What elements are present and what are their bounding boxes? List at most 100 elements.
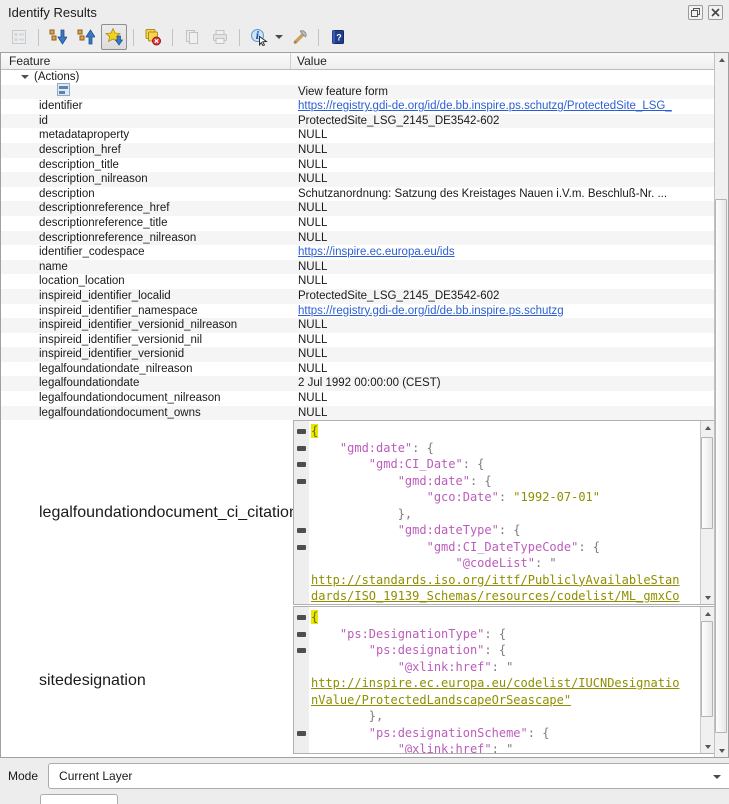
feature-value: NULL <box>293 333 716 348</box>
tree-row[interactable]: identifier_codespacehttps://inspire.ec.e… <box>1 245 716 260</box>
json-url-link[interactable]: http://standards.iso.org/ittf/PubliclyAv… <box>311 573 679 587</box>
fold-minus-icon[interactable] <box>297 462 306 467</box>
tree-row[interactable]: nameNULL <box>1 260 716 275</box>
feature-name: identifier <box>1 99 293 114</box>
json-viewer[interactable]: { "ps:DesignationType": { "ps:designatio… <box>293 606 715 754</box>
json-url-link[interactable]: http://inspire.ec.europa.eu/codelist/IUC… <box>311 676 679 690</box>
settings-button[interactable] <box>286 24 312 50</box>
json-viewer[interactable]: { "gmd:date": { "gmd:CI_Date": { "gmd:da… <box>293 420 715 605</box>
fold-minus-icon[interactable] <box>297 731 306 736</box>
tree-row-view-feature-form[interactable]: View feature form <box>1 85 716 100</box>
open-form-button[interactable] <box>6 24 32 50</box>
tree-row[interactable]: idProtectedSite_LSG_2145_DE3542-602 <box>1 114 716 129</box>
chevron-down-icon <box>275 35 283 39</box>
fold-minus-icon[interactable] <box>297 528 306 533</box>
svg-text:i: i <box>256 31 260 42</box>
feature-name: legalfoundationdocument_ci_citation <box>1 420 293 606</box>
identify-mode-dropdown[interactable] <box>274 25 284 49</box>
scrollbar-up-arrow[interactable] <box>701 421 714 434</box>
scrollbar-thumb[interactable] <box>715 199 727 733</box>
code-line: "gmd:dateType": { <box>311 522 700 539</box>
tree-row[interactable]: metadatapropertyNULL <box>1 128 716 143</box>
print-button[interactable] <box>207 24 233 50</box>
column-header-value[interactable]: Value <box>291 53 716 69</box>
fold-minus-icon[interactable] <box>297 632 306 637</box>
fold-minus-icon[interactable] <box>297 479 306 484</box>
fold-minus-icon[interactable] <box>297 446 306 451</box>
scrollbar-down-arrow[interactable] <box>701 591 714 604</box>
json-code[interactable]: { "ps:DesignationType": { "ps:designatio… <box>309 607 700 753</box>
chevron-down-icon <box>713 775 721 779</box>
feature-value: 2 Jul 1992 00:00:00 (CEST) <box>293 376 716 391</box>
feature-name: inspireid_identifier_localid <box>1 289 293 304</box>
page-title: Identify Results <box>8 5 683 20</box>
json-vertical-scrollbar[interactable] <box>700 607 714 753</box>
tree-row[interactable]: inspireid_identifier_localidProtectedSit… <box>1 289 716 304</box>
tree-row[interactable]: legalfoundationdate2 Jul 1992 00:00:00 (… <box>1 376 716 391</box>
scrollbar-down-arrow[interactable] <box>701 740 714 753</box>
json-code[interactable]: { "gmd:date": { "gmd:CI_Date": { "gmd:da… <box>309 421 700 604</box>
code-line: "ps:designationScheme": { <box>311 725 700 742</box>
tree-vertical-scrollbar[interactable] <box>714 53 728 757</box>
fold-minus-icon[interactable] <box>297 648 306 653</box>
help-button[interactable]: ? <box>325 24 351 50</box>
value-link[interactable]: https://registry.gdi-de.org/id/de.bb.ins… <box>298 100 672 112</box>
identify-icon: i <box>250 28 268 46</box>
copy-button[interactable] <box>179 24 205 50</box>
tree-row[interactable]: identifier https://registry.gdi-de.org/id… <box>1 99 716 114</box>
json-vertical-scrollbar[interactable] <box>700 421 714 604</box>
tree-row[interactable]: description_titleNULL <box>1 158 716 173</box>
tree-row[interactable]: legalfoundationdocument_ownsNULL <box>1 406 716 421</box>
identify-mode-button[interactable]: i <box>246 24 272 50</box>
fold-minus-icon[interactable] <box>297 545 306 550</box>
gutter-cell <box>294 741 309 754</box>
scrollbar-thumb[interactable] <box>701 437 713 529</box>
tree-row[interactable]: legalfoundationdate_nilreasonNULL <box>1 362 716 377</box>
tree-row[interactable]: descriptionreference_nilreasonNULL <box>1 231 716 246</box>
actions-group-label: (Actions) <box>1 70 293 85</box>
column-header-feature[interactable]: Feature <box>1 53 291 69</box>
tree-row[interactable]: inspireid_identifier_versionid_nilreason… <box>1 318 716 333</box>
fold-minus-icon[interactable] <box>297 429 306 434</box>
feature-name: description <box>1 187 293 202</box>
tree-row[interactable]: legalfoundationdocument_nilreasonNULL <box>1 391 716 406</box>
expand-new-results-button[interactable] <box>101 24 127 50</box>
close-button[interactable] <box>708 5 723 20</box>
tree-row[interactable]: descriptionreference_hrefNULL <box>1 201 716 216</box>
tree-row[interactable]: descriptionreference_titleNULL <box>1 216 716 231</box>
tree-row[interactable]: inspireid_identifier_versionidNULL <box>1 347 716 362</box>
tree-row[interactable]: description_nilreasonNULL <box>1 172 716 187</box>
tree-row[interactable]: description_hrefNULL <box>1 143 716 158</box>
view-select-partial[interactable] <box>40 794 118 804</box>
json-url-link[interactable]: nValue/ProtectedLandscapeOrSeascape" <box>311 693 571 707</box>
value-link[interactable]: https://registry.gdi-de.org/id/de.bb.ins… <box>298 305 564 317</box>
feature-name: id <box>1 114 293 129</box>
collapse-tree-button[interactable] <box>73 24 99 50</box>
tree-row[interactable]: inspireid_identifier_versionid_nilNULL <box>1 333 716 348</box>
feature-value: NULL <box>293 391 716 406</box>
code-line: "ps:DesignationType": { <box>311 626 700 643</box>
float-icon <box>691 8 700 17</box>
json-url-link[interactable]: dards/ISO_19139_Schemas/resources/codeli… <box>311 589 679 603</box>
code-line: "gmd:CI_DateTypeCode": { <box>311 539 700 556</box>
scrollbar-up-arrow[interactable] <box>715 53 728 66</box>
expand-tree-button[interactable] <box>45 24 71 50</box>
value-link[interactable]: https://inspire.ec.europa.eu/ids <box>298 246 455 258</box>
float-button[interactable] <box>688 5 703 20</box>
fold-minus-icon[interactable] <box>297 615 306 620</box>
tree-row[interactable]: descriptionSchutzanordnung: Satzung des … <box>1 187 716 202</box>
scrollbar-up-arrow[interactable] <box>701 607 714 620</box>
clear-results-button[interactable] <box>140 24 166 50</box>
scrollbar-thumb[interactable] <box>701 621 713 717</box>
scrollbar-down-arrow[interactable] <box>715 744 728 757</box>
tree-row[interactable]: location_locationNULL <box>1 274 716 289</box>
code-line: "gmd:CI_Date": { <box>311 456 700 473</box>
tree-row-actions-group[interactable]: (Actions) <box>1 70 716 85</box>
feature-value: NULL <box>293 172 716 187</box>
tree-row[interactable]: inspireid_identifier_namespacehttps://re… <box>1 304 716 319</box>
view-feature-form-icon[interactable] <box>57 83 70 96</box>
feature-value: NULL <box>293 260 716 275</box>
collapse-triangle-icon[interactable] <box>21 75 29 79</box>
action-cell[interactable] <box>1 83 293 101</box>
mode-select[interactable]: Current Layer <box>48 763 729 789</box>
